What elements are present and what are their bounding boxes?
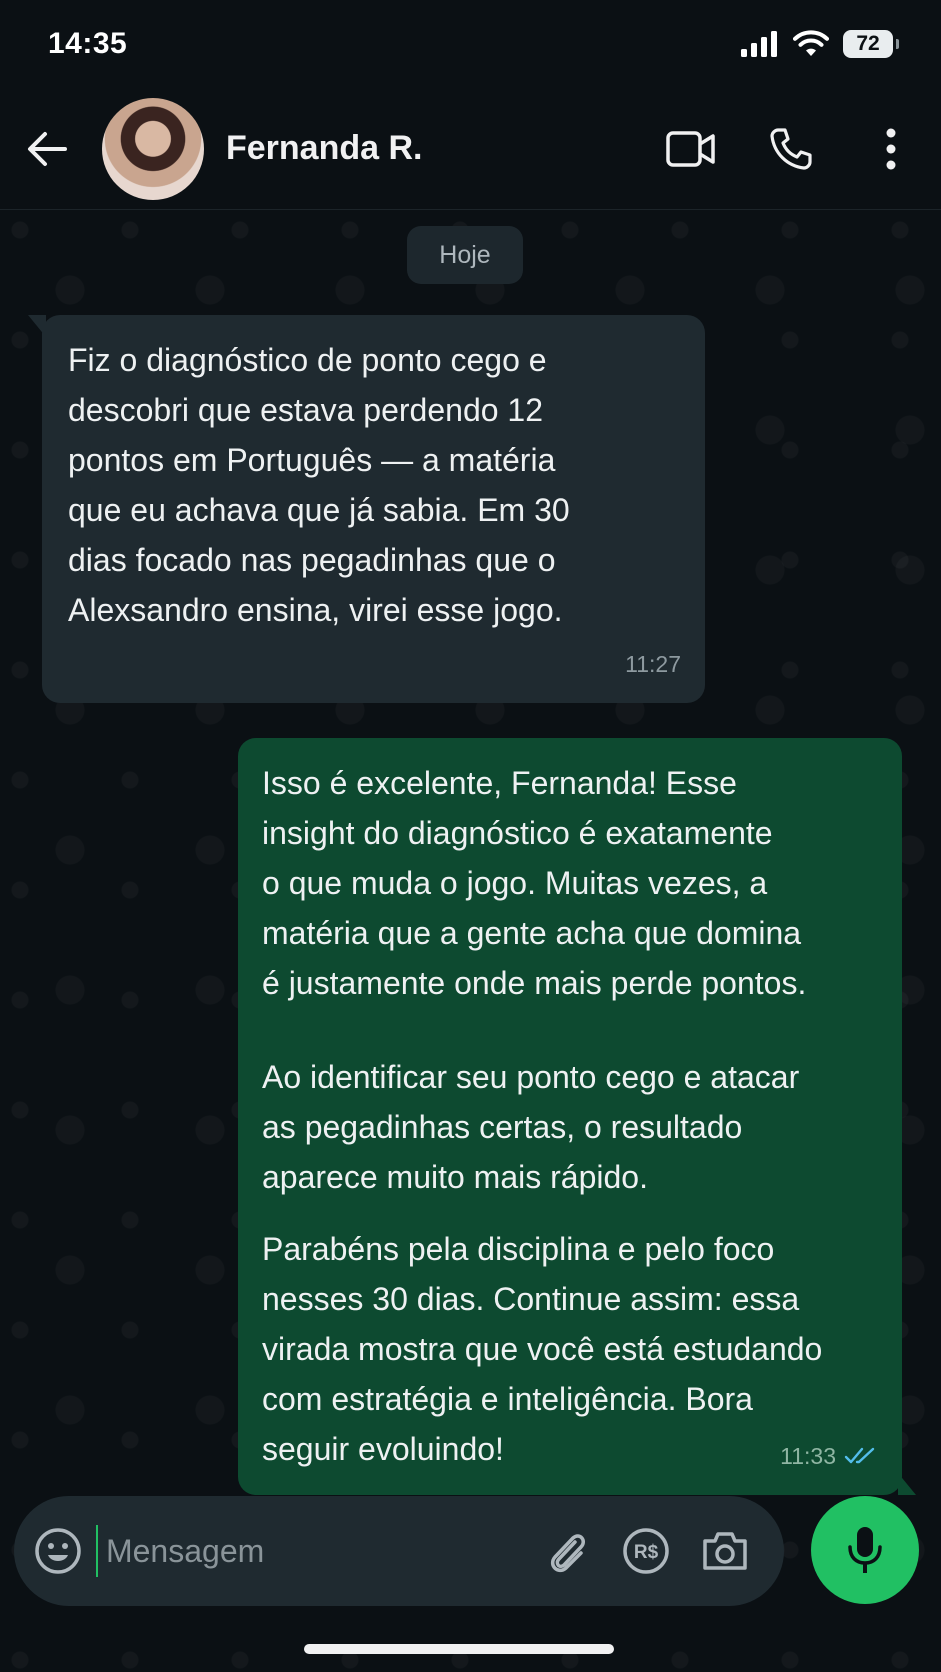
camera-icon xyxy=(702,1532,747,1570)
message-input[interactable] xyxy=(103,1520,528,1582)
message-text: Fiz o diagnóstico de ponto cego e descob… xyxy=(68,342,570,628)
avatar[interactable] xyxy=(102,97,204,200)
status-indicators: 72 xyxy=(741,30,899,58)
wifi-icon xyxy=(793,30,829,56)
camera-button[interactable] xyxy=(685,1496,764,1606)
contact-name[interactable]: Fernanda R. xyxy=(226,129,641,168)
video-call-icon xyxy=(666,130,715,167)
attach-button[interactable] xyxy=(528,1496,607,1606)
svg-text:R$: R$ xyxy=(634,1542,659,1563)
video-call-button[interactable] xyxy=(641,88,741,209)
microphone-icon xyxy=(848,1527,882,1573)
read-receipt-icon xyxy=(844,1447,875,1464)
voice-call-button[interactable] xyxy=(741,88,841,209)
emoji-button[interactable] xyxy=(34,1527,82,1575)
home-indicator[interactable] xyxy=(304,1644,614,1654)
outgoing-message[interactable]: Isso é excelente, Fernanda! Esse insight… xyxy=(238,738,916,1495)
incoming-message[interactable]: Fiz o diagnóstico de ponto cego e descob… xyxy=(28,315,705,703)
phone-icon xyxy=(770,127,812,170)
message-meta: 11:33 xyxy=(780,1431,878,1481)
date-separator: Hoje xyxy=(407,226,523,284)
signal-icon xyxy=(741,31,777,57)
message-paragraph: Isso é excelente, Fernanda! Esse insight… xyxy=(262,765,807,1001)
arrow-left-icon xyxy=(28,131,67,166)
more-vertical-icon xyxy=(886,128,896,169)
status-bar: 14:35 72 xyxy=(0,0,941,88)
text-caret xyxy=(96,1525,98,1577)
more-options-button[interactable] xyxy=(841,88,941,209)
battery-icon: 72 xyxy=(843,30,899,58)
message-composer: R$ xyxy=(14,1496,784,1606)
message-time: 11:27 xyxy=(625,651,681,677)
status-time: 14:35 xyxy=(48,27,128,60)
message-paragraph: Ao identificar seu ponto cego e atacar a… xyxy=(262,1059,800,1195)
payment-button[interactable]: R$ xyxy=(607,1496,686,1606)
voice-message-button[interactable] xyxy=(811,1496,919,1604)
back-button[interactable] xyxy=(0,88,94,209)
emoji-icon xyxy=(35,1528,81,1574)
message-time: 11:33 xyxy=(780,1443,836,1469)
battery-level: 72 xyxy=(856,32,880,55)
paperclip-icon xyxy=(551,1534,586,1573)
message-meta: 11:27 xyxy=(625,639,681,689)
payment-icon: R$ xyxy=(623,1528,669,1574)
chat-header: Fernanda R. xyxy=(0,88,941,210)
